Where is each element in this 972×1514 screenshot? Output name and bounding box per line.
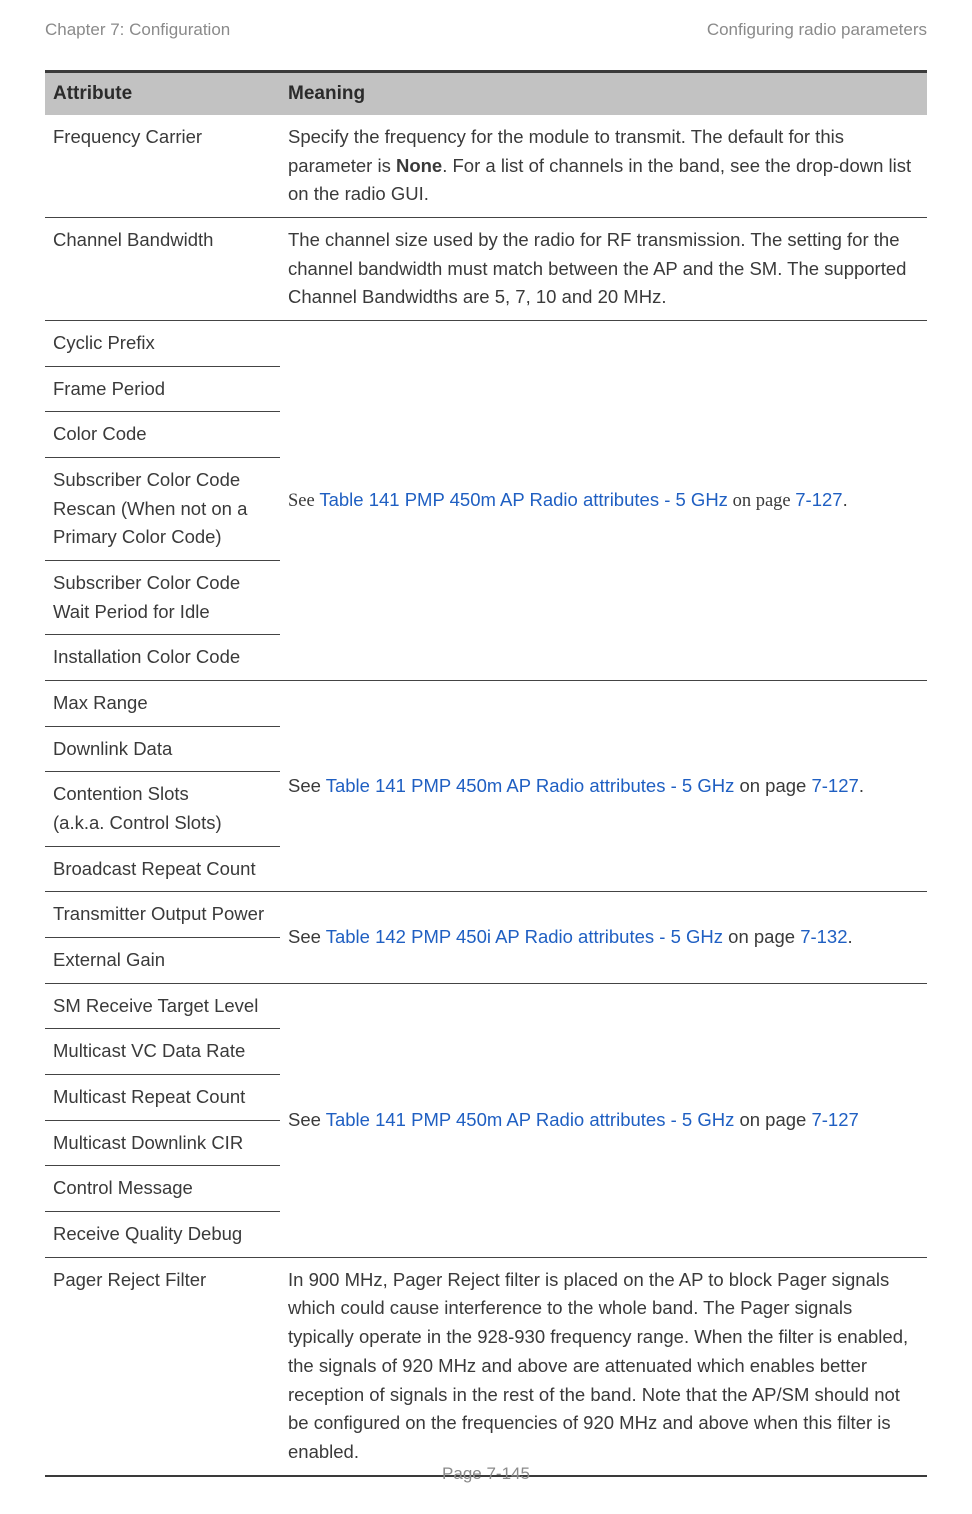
link-page-7-127[interactable]: 7-127 [795, 489, 842, 510]
mean-group1: See Table 141 PMP 450m AP Radio attribut… [280, 321, 927, 681]
table-row: Cyclic Prefix See Table 141 PMP 450m AP … [45, 321, 927, 367]
text-period: . [859, 775, 864, 796]
attr-downlink-data: Downlink Data [45, 726, 280, 772]
mean-pager-reject-filter: In 900 MHz, Pager Reject filter is place… [280, 1257, 927, 1475]
mean-group2: See Table 141 PMP 450m AP Radio attribut… [280, 681, 927, 892]
attr-multicast-repeat-count: Multicast Repeat Count [45, 1075, 280, 1121]
link-page-7-132[interactable]: 7-132 [800, 926, 847, 947]
attr-contention-slots: Contention Slots (a.k.a. Control Slots) [45, 772, 280, 846]
link-page-7-127[interactable]: 7-127 [811, 775, 858, 796]
mean-group3: See Table 142 PMP 450i AP Radio attribut… [280, 892, 927, 983]
text-onpage: on page [728, 926, 800, 947]
attr-receive-quality-debug: Receive Quality Debug [45, 1212, 280, 1258]
header-left: Chapter 7: Configuration [45, 20, 230, 40]
mean-frequency-carrier: Specify the frequency for the module to … [280, 115, 927, 218]
text-period: . [843, 489, 848, 510]
attribute-table: Attribute Meaning Frequency Carrier Spec… [45, 70, 927, 1477]
attr-tx-output-power: Transmitter Output Power [45, 892, 280, 938]
attr-broadcast-repeat-count: Broadcast Repeat Count [45, 846, 280, 892]
link-page-7-127[interactable]: 7-127 [811, 1109, 858, 1130]
col-header-attribute: Attribute [45, 72, 280, 116]
text-period: . [848, 926, 853, 947]
table-row: SM Receive Target Level See Table 141 PM… [45, 983, 927, 1029]
mean-channel-bandwidth: The channel size used by the radio for R… [280, 218, 927, 321]
link-table-142[interactable]: Table 142 PMP 450i AP Radio attributes -… [326, 926, 728, 947]
text-onpage: on page [728, 491, 795, 511]
attr-max-range: Max Range [45, 681, 280, 727]
table-row: Max Range See Table 141 PMP 450m AP Radi… [45, 681, 927, 727]
attr-color-code: Color Code [45, 412, 280, 458]
table-row: Frequency Carrier Specify the frequency … [45, 115, 927, 218]
attr-pager-reject-filter: Pager Reject Filter [45, 1257, 280, 1475]
page-footer: Page 7-145 [0, 1464, 972, 1484]
table-row: Pager Reject Filter In 900 MHz, Pager Re… [45, 1257, 927, 1475]
attr-frequency-carrier: Frequency Carrier [45, 115, 280, 218]
text: Contention Slots [53, 783, 189, 804]
attr-channel-bandwidth: Channel Bandwidth [45, 218, 280, 321]
header-right: Configuring radio parameters [707, 20, 927, 40]
link-table-141[interactable]: Table 141 PMP 450m AP Radio attributes -… [326, 775, 735, 796]
attr-sm-rx-target-level: SM Receive Target Level [45, 983, 280, 1029]
attr-sub-color-code-rescan: Subscriber Color Code Rescan (When not o… [45, 458, 280, 561]
link-table-141[interactable]: Table 141 PMP 450m AP Radio attributes -… [326, 1109, 735, 1130]
page-header: Chapter 7: Configuration Configuring rad… [45, 20, 927, 40]
table-header-row: Attribute Meaning [45, 72, 927, 116]
text-see: See [288, 775, 326, 796]
text-onpage: on page [734, 775, 811, 796]
attr-cyclic-prefix: Cyclic Prefix [45, 321, 280, 367]
col-header-meaning: Meaning [280, 72, 927, 116]
attr-frame-period: Frame Period [45, 366, 280, 412]
attr-sub-color-code-wait: Subscriber Color Code Wait Period for Id… [45, 561, 280, 635]
attr-installation-color-code: Installation Color Code [45, 635, 280, 681]
table-row: Channel Bandwidth The channel size used … [45, 218, 927, 321]
text: (a.k.a. Control Slots) [53, 812, 222, 833]
text-see: See [288, 1109, 326, 1130]
text-see: See [288, 926, 326, 947]
bold-none: None [396, 155, 442, 176]
attr-external-gain: External Gain [45, 938, 280, 984]
attr-multicast-downlink-cir: Multicast Downlink CIR [45, 1120, 280, 1166]
page: Chapter 7: Configuration Configuring rad… [0, 0, 972, 1514]
table-row: Transmitter Output Power See Table 142 P… [45, 892, 927, 938]
mean-group4: See Table 141 PMP 450m AP Radio attribut… [280, 983, 927, 1257]
link-table-141[interactable]: Table 141 PMP 450m AP Radio attributes -… [319, 489, 728, 510]
attr-multicast-vc-data-rate: Multicast VC Data Rate [45, 1029, 280, 1075]
text-onpage: on page [734, 1109, 811, 1130]
attr-control-message: Control Message [45, 1166, 280, 1212]
text-see: See [288, 491, 319, 511]
